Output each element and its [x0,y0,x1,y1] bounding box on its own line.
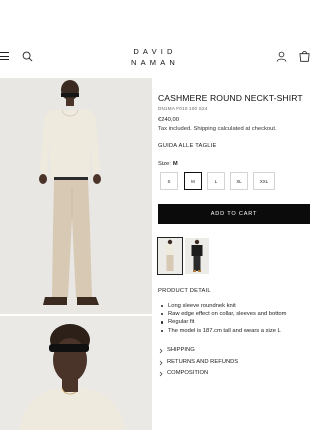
thumbnail-dark-illustration [185,238,209,274]
product-sku: DN1MA F010 100 S24 [158,106,208,111]
shopping-bag-icon[interactable] [299,50,310,62]
detail-item: The model is 187.cm tall and wears a siz… [160,327,286,335]
product-image-closeup[interactable] [0,316,152,430]
chevron-right-icon [159,348,163,354]
detail-item: Long sleeve roundnek knit [160,302,286,310]
model-closeup-illustration [0,316,152,430]
size-label-text: Size: [158,161,171,167]
accordion-label: COMPOSITION [167,370,209,376]
size-option-l[interactable]: L [207,172,225,190]
model-full-body-illustration [0,78,152,314]
product-detail-heading: PRODUCT DETAIL [158,288,211,294]
accordion-label: RETURNS AND REFUNDS [167,358,239,365]
accordion-label: SHIPPING [167,347,195,353]
chevron-right-icon [159,371,163,377]
product-image-main[interactable] [0,78,152,314]
tax-shipping-note: Tax included. Shipping calculated at che… [158,126,277,132]
selected-size-value: M [172,161,178,167]
size-option-xxl[interactable]: XXL [253,172,275,190]
size-guide-link[interactable]: GUIDA ALLE TAGLIE [158,143,217,149]
thumbnail-front[interactable] [157,237,183,275]
detail-item: Raw edge effect on collar, sleeves and b… [160,310,286,318]
size-option-xl[interactable]: XL [230,172,248,190]
thumbnail-dark-variant[interactable] [185,238,209,274]
user-icon[interactable] [276,51,287,62]
search-icon[interactable] [22,51,33,62]
chevron-right-icon [159,360,163,365]
product-title: CASHMERE ROUND NECKT-SHIRT [158,93,303,103]
size-label: Size: M [158,161,178,167]
thumbnail-front-illustration [158,238,182,274]
add-to-cart-button[interactable]: ADD TO CART [158,204,310,224]
size-option-m[interactable]: M [184,172,202,190]
logo-line-1: DAVID [133,47,177,56]
product-price: €240,00 [158,117,179,123]
logo-line-2: NAMAN [130,58,180,67]
size-option-s[interactable]: S [160,172,178,190]
product-detail-list: Long sleeve roundnek knit Raw edge effec… [160,302,286,335]
brand-logo[interactable]: DAVID NAMAN [124,46,186,68]
site-header: DAVID NAMAN [0,0,310,76]
hamburger-menu-icon[interactable] [0,52,9,60]
detail-item: Regular fit [160,318,286,326]
